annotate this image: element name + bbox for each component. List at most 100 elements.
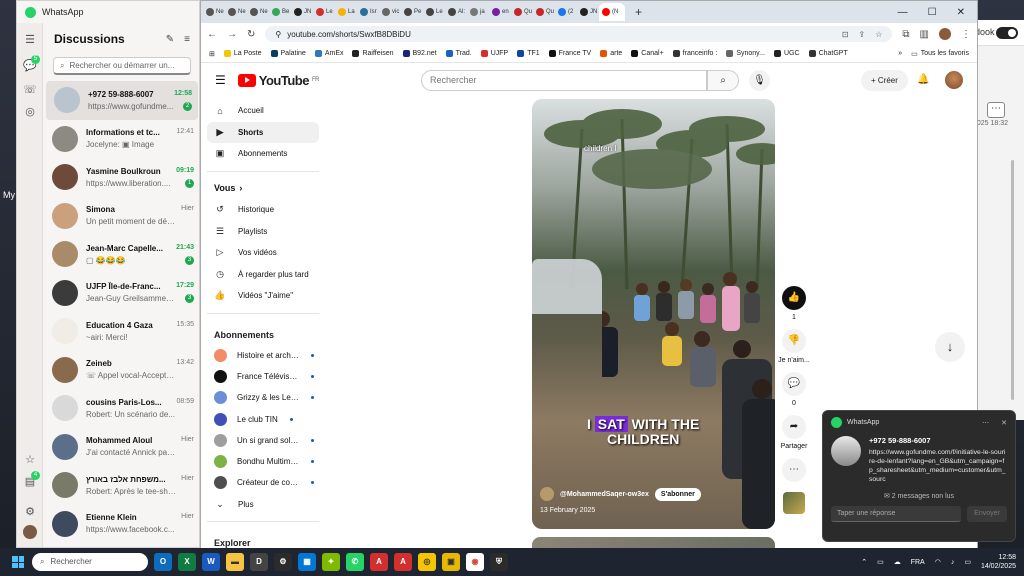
subscription-item[interactable]: Le club TIN xyxy=(207,408,319,429)
toggle-switch[interactable] xyxy=(996,27,1018,39)
chat-search-input[interactable]: ⌕ Rechercher ou démarrer un... xyxy=(53,57,191,75)
browser-tab[interactable]: ja xyxy=(467,3,489,21)
shorts-video-player[interactable]: children I I SAT WITH THE CHILDREN @Moha… xyxy=(532,99,775,529)
sidebar-item-playlists[interactable]: ☰ Playlists xyxy=(207,221,319,243)
apps-icon[interactable]: ⊞ xyxy=(209,50,215,58)
subscribe-button[interactable]: S'abonner xyxy=(654,487,701,501)
vpn-icon[interactable]: ⛨ xyxy=(490,553,508,571)
mic-icon[interactable]: 🎙 xyxy=(749,70,770,91)
minimize-button[interactable]: — xyxy=(898,7,908,18)
reload-icon[interactable]: ↻ xyxy=(247,29,255,40)
bookmark-item[interactable]: franceinfo : xyxy=(672,50,717,57)
scrollbar[interactable] xyxy=(1011,160,1014,400)
sound-thumbnail[interactable] xyxy=(783,492,805,514)
comments-button-icon[interactable]: 💬 xyxy=(782,372,806,396)
bookmark-item[interactable]: TF1 xyxy=(517,50,540,57)
filter-icon[interactable]: ≡ xyxy=(184,34,190,45)
chrome-menu-icon[interactable]: ⋮ xyxy=(961,29,971,40)
chat-list-item[interactable]: Zeineb 13:42 ☏ Appel vocal-Accepté... xyxy=(44,351,200,390)
excel-icon[interactable]: X xyxy=(178,553,196,571)
language-indicator[interactable]: FRA xyxy=(911,559,925,566)
wifi-icon[interactable]: ◠ xyxy=(935,558,941,566)
app-icon-2[interactable]: ✦ xyxy=(322,553,340,571)
browser-tab[interactable]: Ne xyxy=(247,3,269,21)
sidebar-item-abonnements[interactable]: ▣ Abonnements xyxy=(207,143,319,165)
chat-list-item[interactable]: cousins Paris-Los... 08:59 Robert: Un scén… xyxy=(44,389,200,428)
chat-list-item[interactable]: משפחת אלבז באורץ... Hier Robert: Après le … xyxy=(44,466,200,505)
clock[interactable]: 12:58 14/02/2025 xyxy=(981,553,1016,571)
chats-icon[interactable]: 💬 5 xyxy=(23,55,40,73)
browser-tab[interactable]: JN xyxy=(577,3,599,21)
new-chat-icon[interactable]: ✎ xyxy=(166,34,174,45)
outlook-icon[interactable]: O xyxy=(154,553,172,571)
subscription-item[interactable]: Bondhu Multime... xyxy=(207,451,319,472)
starred-icon[interactable]: ☆ xyxy=(23,453,37,467)
dell-icon[interactable]: D xyxy=(250,553,268,571)
bookmark-item[interactable]: UJFP xyxy=(480,50,508,57)
acrobat-icon[interactable]: A xyxy=(370,553,388,571)
bookmark-item[interactable]: arte xyxy=(600,50,622,57)
profile-icon[interactable] xyxy=(939,28,951,40)
account-avatar[interactable] xyxy=(945,71,963,89)
all-bookmarks-folder[interactable]: ▭ Tous les favoris xyxy=(911,50,969,58)
subscription-item[interactable]: France Télévisions xyxy=(207,366,319,387)
bookmark-item[interactable]: Raiffeisen xyxy=(352,50,394,57)
subscription-item[interactable]: Créateur de contrôl... xyxy=(207,472,319,493)
browser-tab[interactable]: JN xyxy=(291,3,313,21)
chat-list-item[interactable]: Yasmine Boulkroun 09:19 https://www.libera… xyxy=(44,158,200,197)
file-explorer-icon[interactable]: ▬ xyxy=(226,553,244,571)
tray-app-2-icon[interactable]: ☁ xyxy=(894,558,901,566)
chrome-taskbar-icon[interactable]: ◉ xyxy=(466,553,484,571)
browser-tab[interactable]: Qu xyxy=(533,3,555,21)
chat-list-item[interactable]: Jean-Marc Capelle... 21:43 ▢ 😂😂😂 3 xyxy=(44,235,200,274)
sidepanel-icon[interactable]: ▥ xyxy=(920,29,929,40)
browser-tab[interactable]: Be xyxy=(269,3,291,21)
site-info-icon[interactable]: ⚲ xyxy=(275,30,281,39)
guide-menu-icon[interactable]: ☰ xyxy=(215,73,226,87)
subscription-item[interactable]: Un si grand soleil... xyxy=(207,430,319,451)
start-button-icon[interactable] xyxy=(12,556,24,568)
chat-list-item[interactable]: Mohammed Aloul Hier J'ai contacté Annick p… xyxy=(44,428,200,467)
archive-icon[interactable]: ▤ 4 xyxy=(23,471,40,489)
maximize-button[interactable]: ☐ xyxy=(928,7,937,18)
browser-tab[interactable]: Al: xyxy=(445,3,467,21)
bookmark-item[interactable]: AmEx xyxy=(314,50,343,57)
bookmark-item[interactable]: Trad. xyxy=(445,50,472,57)
browser-tab[interactable]: Le xyxy=(423,3,445,21)
bookmark-star-icon[interactable]: ☆ xyxy=(875,30,882,39)
address-bar[interactable]: ⚲ youtube.com/shorts/SwxfB8DBiDU ⊡ ⇪ ☆ xyxy=(265,26,893,42)
word-icon[interactable]: W xyxy=(202,553,220,571)
store-icon[interactable]: ▦ xyxy=(298,553,316,571)
you-section-header[interactable]: Vous › xyxy=(207,178,319,200)
chat-list-item[interactable]: Informations et tc... 12:41 Jocelyne: ▣ Im… xyxy=(44,120,200,159)
status-icon[interactable]: ◎ xyxy=(23,105,37,119)
settings-icon[interactable]: ⚙ xyxy=(23,505,37,519)
profile-avatar[interactable] xyxy=(23,525,37,539)
notes-icon[interactable]: ◎ xyxy=(418,553,436,571)
bookmark-item[interactable]: ChatGPT xyxy=(808,50,848,57)
acrobat-2-icon[interactable]: A xyxy=(394,553,412,571)
sidebar-item-historique[interactable]: ↺ Historique xyxy=(207,199,319,221)
browser-tab[interactable]: Isr xyxy=(357,3,379,21)
browser-tab[interactable]: (2 xyxy=(555,3,577,21)
chevron-up-icon[interactable]: ⌃ xyxy=(861,558,867,566)
toast-send-button[interactable]: Envoyer xyxy=(967,506,1007,522)
sidebar-item-vos-vid-os[interactable]: ▷ Vos vidéos xyxy=(207,242,319,264)
sidebar-item-vid-os-j-aime[interactable]: 👍 Vidéos "J'aime" xyxy=(207,285,319,307)
bookmark-item[interactable]: La Poste xyxy=(223,50,262,57)
browser-tab[interactable]: (N xyxy=(599,3,625,21)
close-button[interactable]: ✕ xyxy=(957,7,965,18)
dislike-button-icon[interactable]: 👎 xyxy=(782,329,806,353)
browser-tab[interactable]: vic xyxy=(379,3,401,21)
share-button-icon[interactable]: ➦ xyxy=(782,415,806,439)
bookmark-item[interactable]: UGC xyxy=(774,50,800,57)
browser-tab[interactable]: Le xyxy=(313,3,335,21)
app-icon[interactable]: ⚙ xyxy=(274,553,292,571)
subscription-item[interactable]: Histoire et arché... xyxy=(207,345,319,366)
bookmark-item[interactable]: Synony... xyxy=(726,50,765,57)
browser-tab[interactable]: Ne xyxy=(203,3,225,21)
toast-reply-input[interactable]: Taper une réponse xyxy=(831,506,961,522)
toast-close-icon[interactable]: ✕ xyxy=(1001,419,1007,427)
channel-avatar[interactable] xyxy=(540,487,554,501)
chat-list-item[interactable]: Education 4 Gaza 15:35 ~airi: Merci! xyxy=(44,312,200,351)
